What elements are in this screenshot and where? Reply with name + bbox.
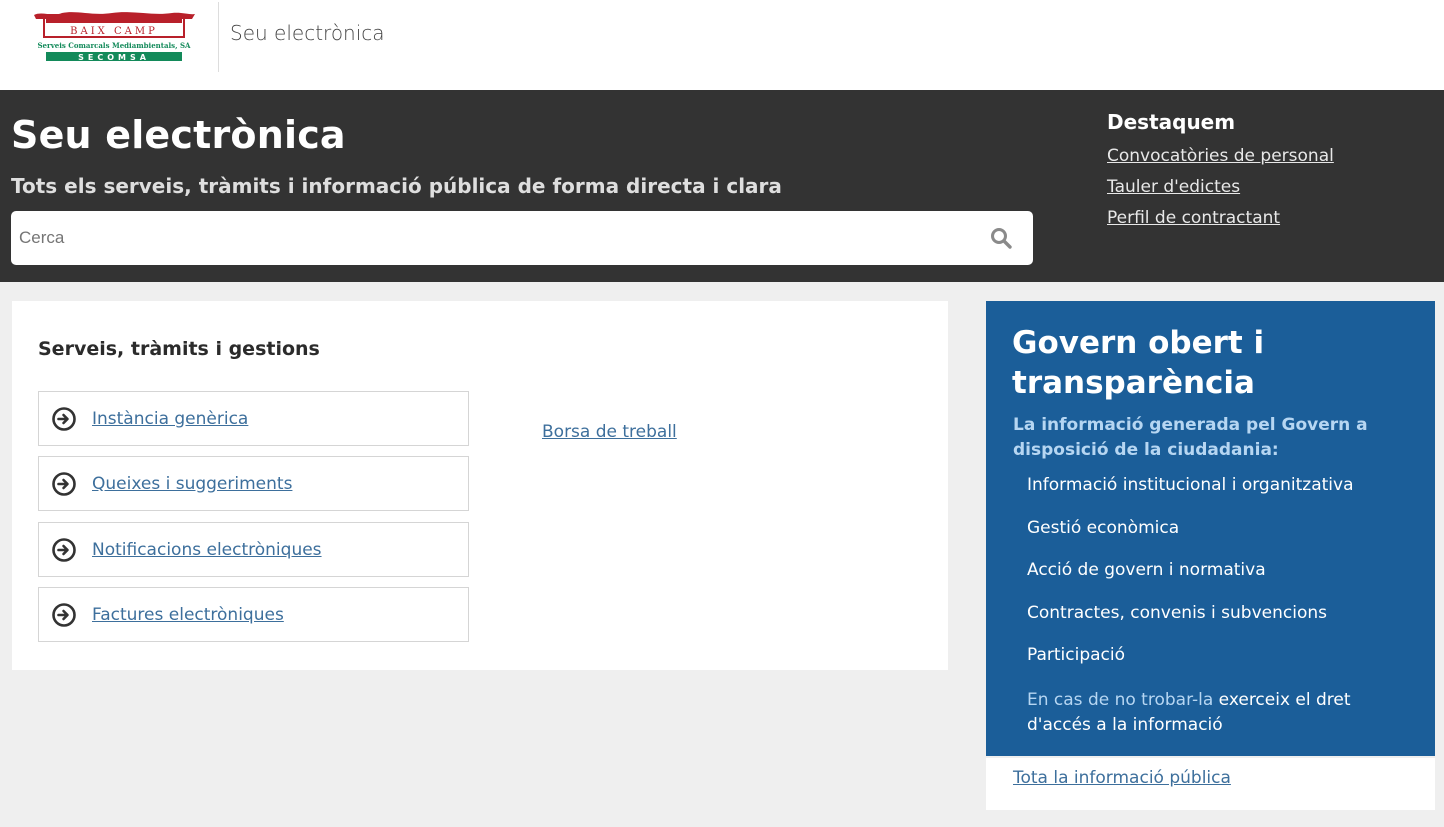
svg-text:Serveis Comarcals Mediambienta: Serveis Comarcals Mediambientals, SA — [38, 41, 192, 50]
hero-banner: Seu electrònica Tots els serveis, tràmit… — [0, 90, 1444, 282]
service-item-notificacions-electroniques[interactable]: Notificacions electròniques — [38, 522, 469, 577]
page-title: Seu electrònica — [11, 113, 346, 157]
svg-text:BAIX CAMP: BAIX CAMP — [70, 26, 158, 37]
top-header: BAIX CAMP Serveis Comarcals Mediambienta… — [0, 0, 1444, 90]
featured-link-convocatories[interactable]: Convocatòries de personal — [1107, 146, 1334, 166]
featured-link-tauler-edictes[interactable]: Tauler d'edictes — [1107, 177, 1334, 197]
header-divider — [218, 2, 219, 72]
transparency-footer: Tota la informació pública — [986, 758, 1435, 810]
services-title: Serveis, tràmits i gestions — [38, 338, 320, 360]
page-subtitle: Tots els serveis, tràmits i informació p… — [11, 174, 782, 198]
borsa-treball-link[interactable]: Borsa de treball — [542, 422, 677, 442]
service-item-factures-electroniques[interactable]: Factures electròniques — [38, 587, 469, 642]
site-name[interactable]: Seu electrònica — [230, 21, 385, 45]
service-item-instancia-generica[interactable]: Instància genèrica — [38, 391, 469, 446]
service-item-label[interactable]: Queixes i suggeriments — [92, 474, 292, 494]
search-box — [11, 211, 1033, 265]
transparency-link-gestio-economica[interactable]: Gestió econòmica — [1027, 518, 1354, 561]
baix-camp-secomsa-logo[interactable]: BAIX CAMP Serveis Comarcals Mediambienta… — [32, 11, 196, 63]
all-public-info-link[interactable]: Tota la informació pública — [1013, 768, 1231, 788]
access-right-prefix: En cas de no trobar-la — [1027, 690, 1214, 710]
service-item-label[interactable]: Notificacions electròniques — [92, 540, 322, 560]
transparency-title: Govern obert i transparència — [1012, 325, 1265, 401]
arrow-right-circle-icon — [52, 602, 76, 627]
featured-link-perfil-contractant[interactable]: Perfil de contractant — [1107, 208, 1334, 228]
transparency-panel: Govern obert i transparència La informac… — [986, 301, 1435, 756]
arrow-right-circle-icon — [52, 537, 76, 562]
transparency-link-informacio-institucional[interactable]: Informació institucional i organitzativa — [1027, 475, 1354, 518]
arrow-right-circle-icon — [52, 471, 76, 496]
search-icon[interactable] — [989, 226, 1013, 250]
transparency-link-participacio[interactable]: Participació — [1027, 645, 1354, 688]
transparency-intro: La informació generada pel Govern a disp… — [1013, 415, 1368, 460]
featured-section: Destaquem Convocatòries de personal Taul… — [1107, 110, 1334, 239]
service-item-label[interactable]: Instància genèrica — [92, 409, 248, 429]
transparency-links: Informació institucional i organitzativa… — [1027, 475, 1354, 688]
search-input[interactable] — [11, 211, 971, 265]
service-item-queixes-suggeriments[interactable]: Queixes i suggeriments — [38, 456, 469, 511]
access-right-note: En cas de no trobar-la exerceix el dret … — [1027, 688, 1407, 738]
transparency-link-accio-govern[interactable]: Acció de govern i normativa — [1027, 560, 1354, 603]
svg-text:SECOMSA: SECOMSA — [78, 53, 150, 62]
service-item-label[interactable]: Factures electròniques — [92, 605, 284, 625]
arrow-right-circle-icon — [52, 406, 76, 431]
featured-title: Destaquem — [1107, 110, 1236, 134]
services-card: Serveis, tràmits i gestions Instància ge… — [12, 301, 948, 670]
transparency-link-contractes-convenis[interactable]: Contractes, convenis i subvencions — [1027, 603, 1354, 646]
